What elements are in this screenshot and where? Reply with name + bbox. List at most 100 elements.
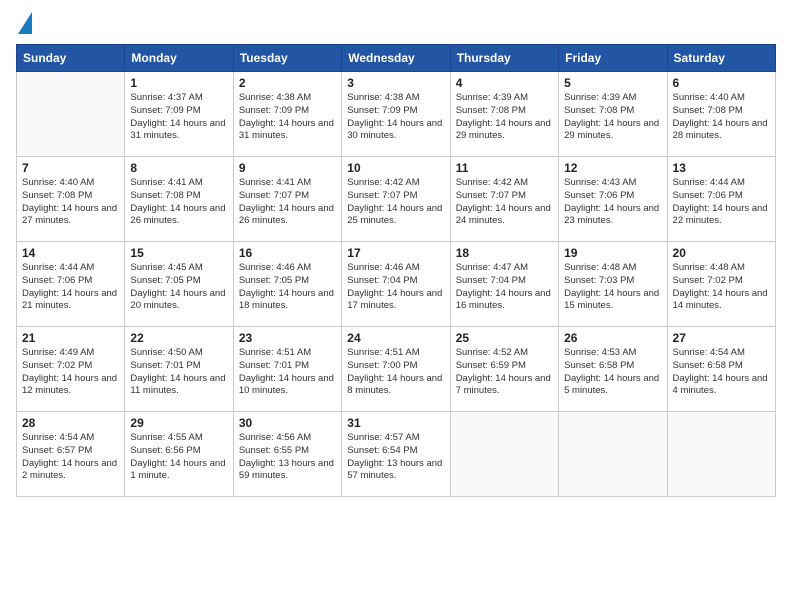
day-number: 22 <box>130 331 227 345</box>
day-info: Sunrise: 4:54 AMSunset: 6:57 PMDaylight:… <box>22 432 119 483</box>
day-number: 9 <box>239 161 336 175</box>
calendar-cell: 9 Sunrise: 4:41 AMSunset: 7:07 PMDaylight… <box>233 157 341 242</box>
calendar-cell: 25 Sunrise: 4:52 AMSunset: 6:59 PMDayligh… <box>450 327 558 412</box>
calendar-week-row: 21 Sunrise: 4:49 AMSunset: 7:02 PMDayligh… <box>17 327 776 412</box>
calendar-cell: 13 Sunrise: 4:44 AMSunset: 7:06 PMDayligh… <box>667 157 775 242</box>
calendar-cell: 11 Sunrise: 4:42 AMSunset: 7:07 PMDayligh… <box>450 157 558 242</box>
calendar-cell: 1 Sunrise: 4:37 AMSunset: 7:09 PMDaylight… <box>125 72 233 157</box>
day-info: Sunrise: 4:43 AMSunset: 7:06 PMDaylight:… <box>564 177 661 228</box>
day-info: Sunrise: 4:46 AMSunset: 7:04 PMDaylight:… <box>347 262 444 313</box>
day-info: Sunrise: 4:41 AMSunset: 7:07 PMDaylight:… <box>239 177 336 228</box>
calendar-cell: 10Sunrise: 4:42 AMSunset: 7:07 PMDayligh… <box>342 157 450 242</box>
day-info: Sunrise: 4:51 AMSunset: 7:01 PMDaylight:… <box>239 347 336 398</box>
day-info: Sunrise: 4:55 AMSunset: 6:56 PMDaylight:… <box>130 432 227 483</box>
logo-triangle-icon <box>18 12 32 34</box>
calendar-cell: 2Sunrise: 4:38 AMSunset: 7:09 PMDaylight… <box>233 72 341 157</box>
day-info: Sunrise: 4:54 AMSunset: 6:58 PMDaylight:… <box>673 347 770 398</box>
calendar-cell: 15 Sunrise: 4:45 AMSunset: 7:05 PMDayligh… <box>125 242 233 327</box>
day-info: Sunrise: 4:41 AMSunset: 7:08 PMDaylight:… <box>130 177 227 228</box>
weekday-header-tuesday: Tuesday <box>233 45 341 72</box>
day-number: 30 <box>239 416 336 430</box>
calendar-cell: 19 Sunrise: 4:48 AMSunset: 7:03 PMDayligh… <box>559 242 667 327</box>
day-number: 15 <box>130 246 227 260</box>
day-number: 7 <box>22 161 119 175</box>
day-number: 13 <box>673 161 770 175</box>
calendar-cell <box>17 72 125 157</box>
day-number: 27 <box>673 331 770 345</box>
calendar-week-row: 1 Sunrise: 4:37 AMSunset: 7:09 PMDaylight… <box>17 72 776 157</box>
weekday-header-friday: Friday <box>559 45 667 72</box>
calendar-cell: 21 Sunrise: 4:49 AMSunset: 7:02 PMDayligh… <box>17 327 125 412</box>
weekday-header-saturday: Saturday <box>667 45 775 72</box>
day-info: Sunrise: 4:50 AMSunset: 7:01 PMDaylight:… <box>130 347 227 398</box>
calendar-cell: 4 Sunrise: 4:39 AMSunset: 7:08 PMDaylight… <box>450 72 558 157</box>
day-number: 8 <box>130 161 227 175</box>
day-info: Sunrise: 4:48 AMSunset: 7:03 PMDaylight:… <box>564 262 661 313</box>
day-number: 5 <box>564 76 661 90</box>
calendar-cell: 7 Sunrise: 4:40 AMSunset: 7:08 PMDaylight… <box>17 157 125 242</box>
day-info: Sunrise: 4:40 AMSunset: 7:08 PMDaylight:… <box>22 177 119 228</box>
weekday-header-sunday: Sunday <box>17 45 125 72</box>
day-number: 4 <box>456 76 553 90</box>
day-info: Sunrise: 4:39 AMSunset: 7:08 PMDaylight:… <box>564 92 661 143</box>
day-number: 19 <box>564 246 661 260</box>
calendar-cell: 18 Sunrise: 4:47 AMSunset: 7:04 PMDayligh… <box>450 242 558 327</box>
day-number: 3 <box>347 76 444 90</box>
calendar-cell: 5 Sunrise: 4:39 AMSunset: 7:08 PMDaylight… <box>559 72 667 157</box>
day-number: 10 <box>347 161 444 175</box>
day-number: 28 <box>22 416 119 430</box>
day-info: Sunrise: 4:57 AMSunset: 6:54 PMDaylight:… <box>347 432 444 483</box>
calendar-cell: 26 Sunrise: 4:53 AMSunset: 6:58 PMDayligh… <box>559 327 667 412</box>
day-info: Sunrise: 4:38 AMSunset: 7:09 PMDaylight:… <box>239 92 336 143</box>
calendar-cell: 31Sunrise: 4:57 AMSunset: 6:54 PMDayligh… <box>342 412 450 497</box>
calendar-cell: 6Sunrise: 4:40 AMSunset: 7:08 PMDaylight… <box>667 72 775 157</box>
day-info: Sunrise: 4:42 AMSunset: 7:07 PMDaylight:… <box>456 177 553 228</box>
day-info: Sunrise: 4:44 AMSunset: 7:06 PMDaylight:… <box>673 177 770 228</box>
calendar-cell: 28 Sunrise: 4:54 AMSunset: 6:57 PMDayligh… <box>17 412 125 497</box>
calendar-cell: 12 Sunrise: 4:43 AMSunset: 7:06 PMDayligh… <box>559 157 667 242</box>
day-number: 12 <box>564 161 661 175</box>
calendar-cell: 29 Sunrise: 4:55 AMSunset: 6:56 PMDayligh… <box>125 412 233 497</box>
calendar-cell: 30 Sunrise: 4:56 AMSunset: 6:55 PMDayligh… <box>233 412 341 497</box>
day-info: Sunrise: 4:52 AMSunset: 6:59 PMDaylight:… <box>456 347 553 398</box>
day-info: Sunrise: 4:49 AMSunset: 7:02 PMDaylight:… <box>22 347 119 398</box>
calendar-cell: 3 Sunrise: 4:38 AMSunset: 7:09 PMDaylight… <box>342 72 450 157</box>
day-number: 18 <box>456 246 553 260</box>
day-info: Sunrise: 4:56 AMSunset: 6:55 PMDaylight:… <box>239 432 336 483</box>
calendar-cell: 20 Sunrise: 4:48 AMSunset: 7:02 PMDayligh… <box>667 242 775 327</box>
day-number: 16 <box>239 246 336 260</box>
day-number: 21 <box>22 331 119 345</box>
calendar-cell: 17Sunrise: 4:46 AMSunset: 7:04 PMDayligh… <box>342 242 450 327</box>
day-number: 20 <box>673 246 770 260</box>
calendar-cell: 22 Sunrise: 4:50 AMSunset: 7:01 PMDayligh… <box>125 327 233 412</box>
day-number: 14 <box>22 246 119 260</box>
day-info: Sunrise: 4:48 AMSunset: 7:02 PMDaylight:… <box>673 262 770 313</box>
day-number: 25 <box>456 331 553 345</box>
day-number: 6 <box>673 76 770 90</box>
page-header <box>16 16 776 34</box>
day-info: Sunrise: 4:45 AMSunset: 7:05 PMDaylight:… <box>130 262 227 313</box>
day-number: 26 <box>564 331 661 345</box>
weekday-header-wednesday: Wednesday <box>342 45 450 72</box>
weekday-header-monday: Monday <box>125 45 233 72</box>
calendar-week-row: 28 Sunrise: 4:54 AMSunset: 6:57 PMDayligh… <box>17 412 776 497</box>
logo <box>16 16 32 34</box>
calendar-table: SundayMondayTuesdayWednesdayThursdayFrid… <box>16 44 776 497</box>
day-info: Sunrise: 4:51 AMSunset: 7:00 PMDaylight:… <box>347 347 444 398</box>
day-info: Sunrise: 4:47 AMSunset: 7:04 PMDaylight:… <box>456 262 553 313</box>
calendar-header: SundayMondayTuesdayWednesdayThursdayFrid… <box>17 45 776 72</box>
day-info: Sunrise: 4:38 AMSunset: 7:09 PMDaylight:… <box>347 92 444 143</box>
calendar-cell: 27 Sunrise: 4:54 AMSunset: 6:58 PMDayligh… <box>667 327 775 412</box>
calendar-week-row: 14 Sunrise: 4:44 AMSunset: 7:06 PMDayligh… <box>17 242 776 327</box>
day-number: 11 <box>456 161 553 175</box>
day-info: Sunrise: 4:53 AMSunset: 6:58 PMDaylight:… <box>564 347 661 398</box>
calendar-cell: 23Sunrise: 4:51 AMSunset: 7:01 PMDayligh… <box>233 327 341 412</box>
calendar-week-row: 7 Sunrise: 4:40 AMSunset: 7:08 PMDaylight… <box>17 157 776 242</box>
day-info: Sunrise: 4:44 AMSunset: 7:06 PMDaylight:… <box>22 262 119 313</box>
calendar-body: 1 Sunrise: 4:37 AMSunset: 7:09 PMDaylight… <box>17 72 776 497</box>
day-info: Sunrise: 4:37 AMSunset: 7:09 PMDaylight:… <box>130 92 227 143</box>
day-number: 1 <box>130 76 227 90</box>
day-info: Sunrise: 4:39 AMSunset: 7:08 PMDaylight:… <box>456 92 553 143</box>
calendar-cell <box>559 412 667 497</box>
day-number: 29 <box>130 416 227 430</box>
